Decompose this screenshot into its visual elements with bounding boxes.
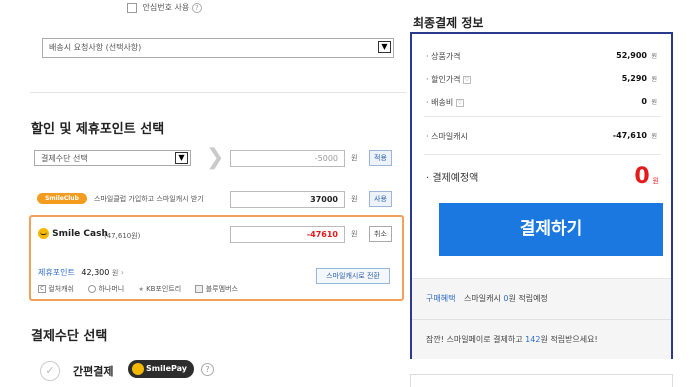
partner-point-label: 제휴포인트 (38, 268, 75, 277)
chevron-down-icon: ▼ (175, 152, 188, 164)
smilecash-logo: Smile Cash (38, 228, 108, 239)
delivery-request-value: 배송시 요청사항 (선택사항) (49, 43, 142, 52)
culture-cash-icon: C (38, 285, 46, 293)
unit-label: 원 (351, 154, 358, 162)
kb-point-icon: ★ (138, 286, 144, 293)
smilecash-balance: (47,610원) (104, 232, 141, 240)
chevron-down-icon: ▼ (378, 41, 391, 53)
buy-benefit-row: 구매혜택 스마일캐시 0원 적립예정 (426, 294, 548, 303)
unit-label: 원 (351, 230, 358, 238)
smilecash-input[interactable]: -47610 (230, 226, 345, 243)
smileclub-badge: SmileClub (37, 193, 87, 204)
partner-option[interactable]: 하나머니 (88, 285, 124, 293)
unit-label: 원 (351, 195, 358, 203)
use-button[interactable]: 사용 (369, 191, 392, 207)
expand-icon[interactable]: ▽ (463, 75, 472, 84)
next-section-box (410, 374, 673, 387)
partner-option[interactable]: 블루멤버스 (195, 285, 238, 293)
summary-row-price: · 상품가격 52,900 원 (426, 51, 657, 61)
partner-point-value: 42,300 (81, 268, 110, 277)
divider (30, 92, 406, 93)
smilecash-value: -47610 (306, 230, 338, 239)
total-unit: 원 (652, 177, 659, 185)
safe-number-label: 안심번호 사용 (142, 3, 190, 12)
smilepay-logo: SmilePay (128, 360, 194, 378)
partner-option[interactable]: ★ KB포인트리 (138, 285, 181, 293)
partner-point-unit: 원 (111, 269, 119, 277)
smile-icon (38, 228, 49, 239)
easy-pay-radio[interactable]: ✓ (40, 361, 60, 381)
smile-icon (132, 363, 144, 375)
partner-option[interactable]: C 컬처캐쉬 (38, 285, 74, 293)
total-value: 0 (634, 164, 650, 189)
divider (424, 116, 661, 117)
help-icon[interactable]: ? (191, 2, 202, 13)
total-label: · 결제예정액 (426, 173, 479, 184)
convert-to-smilecash-button[interactable]: 스마일캐시로 전환 (316, 268, 390, 284)
discount-input[interactable]: -5000 (230, 150, 345, 167)
summary-row-discount: · 할인가격 ▽ 5,290 원 (426, 74, 657, 84)
smileclub-value: 37000 (310, 195, 338, 204)
discount-section-title: 할인 및 제휴포인트 선택 (31, 122, 165, 137)
summary-row-smilecash: · 스마일캐시 -47,610 원 (426, 131, 657, 141)
blue-members-icon (195, 285, 204, 293)
discount-value: -5000 (314, 154, 338, 163)
safe-number-checkbox[interactable] (127, 2, 137, 13)
delivery-request-select[interactable]: 배송시 요청사항 (선택사항) ▼ (42, 38, 394, 58)
divider (424, 154, 661, 155)
safe-number-option[interactable]: 안심번호 사용 ? (127, 2, 202, 13)
summary-panel: · 상품가격 52,900 원 · 할인가격 ▽ 5,290 원 · 배송비 ▽… (410, 32, 673, 359)
chevron-right-icon: ❯ (206, 145, 225, 170)
divider (412, 319, 671, 320)
summary-title: 최종결제 정보 (413, 16, 484, 30)
partner-list: C 컬처캐쉬 하나머니 ★ KB포인트리 블루멤버스 (38, 284, 238, 294)
smileclub-text[interactable]: 스마일클럽 가입하고 스마일캐시 받기 (94, 194, 204, 204)
summary-row-shipping: · 배송비 ▽ 0 원 (426, 97, 657, 107)
total-amount: 0 원 (634, 164, 659, 189)
cancel-button[interactable]: 취소 (369, 226, 392, 242)
easy-pay-label: 간편결제 (73, 365, 114, 378)
apply-button[interactable]: 적용 (369, 150, 392, 166)
hana-money-icon (88, 285, 97, 293)
pay-button[interactable]: 결제하기 (439, 203, 663, 256)
smileclub-input[interactable]: 37000 (230, 191, 345, 208)
help-icon[interactable]: ? (201, 363, 214, 376)
promo-text: 잠깐! 스마일페이로 결제하고 142원 적립받으세요! (426, 335, 598, 344)
payment-method-value: 결제수단 선택 (41, 154, 88, 163)
payment-section-title: 결제수단 선택 (31, 329, 108, 344)
payment-method-select[interactable]: 결제수단 선택 ▼ (34, 150, 191, 166)
expand-icon[interactable]: ▽ (455, 98, 464, 107)
partner-point-row[interactable]: 제휴포인트 42,300 원 › (38, 267, 124, 278)
chevron-right-icon: › (120, 268, 125, 277)
